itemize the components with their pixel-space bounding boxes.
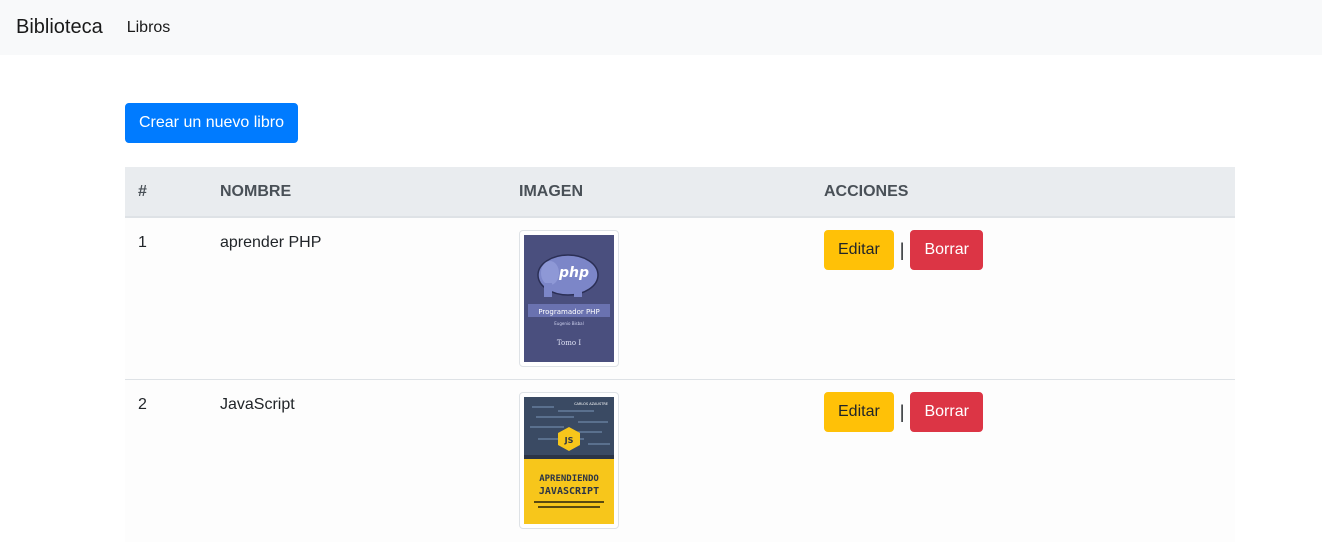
edit-button[interactable]: Editar bbox=[824, 230, 894, 270]
cell-name: aprender PHP bbox=[207, 217, 506, 380]
cover-author: CARLOS AZAUSTRE bbox=[574, 402, 608, 406]
cell-actions: Editar | Borrar bbox=[811, 379, 1235, 542]
table-row: 1 aprender PHP php Programador PHP Eugen… bbox=[125, 217, 1235, 380]
nav-link-libros[interactable]: Libros bbox=[127, 19, 171, 37]
row-id: 2 bbox=[138, 396, 147, 413]
separator: | bbox=[899, 401, 905, 422]
cover-php-logo: php bbox=[558, 265, 589, 281]
header-image: IMAGEN bbox=[506, 167, 811, 218]
row-actions: Editar | Borrar bbox=[824, 230, 1222, 270]
main-container: Crear un nuevo libro # NOMBRE IMAGEN ACC… bbox=[125, 55, 1235, 542]
navbar-brand[interactable]: Biblioteca bbox=[16, 16, 103, 39]
cover-js-badge: JS bbox=[564, 436, 574, 445]
cell-image: php Programador PHP Eugenio Bisbal Tomo … bbox=[506, 217, 811, 380]
edit-button[interactable]: Editar bbox=[824, 392, 894, 432]
separator: | bbox=[899, 239, 905, 260]
navbar: Biblioteca Libros bbox=[0, 0, 1322, 55]
header-actions: ACCIONES bbox=[811, 167, 1235, 218]
php-book-cover: php Programador PHP Eugenio Bisbal Tomo … bbox=[524, 235, 614, 362]
delete-button[interactable]: Borrar bbox=[910, 392, 983, 432]
books-table: # NOMBRE IMAGEN ACCIONES 1 aprender PHP bbox=[125, 167, 1235, 542]
cell-image: CARLOS AZAUSTRE JS APRENDIENDO JAVASCRIP… bbox=[506, 379, 811, 542]
javascript-book-cover: CARLOS AZAUSTRE JS APRENDIENDO JAVASCRIP… bbox=[524, 397, 614, 524]
cover-title-line2: JAVASCRIPT bbox=[539, 486, 599, 497]
row-actions: Editar | Borrar bbox=[824, 392, 1222, 432]
cell-id: 2 bbox=[125, 379, 207, 542]
delete-button[interactable]: Borrar bbox=[910, 230, 983, 270]
cover-title-line1: APRENDIENDO bbox=[539, 474, 599, 484]
header-name: NOMBRE bbox=[207, 167, 506, 218]
header-number: # bbox=[125, 167, 207, 218]
cell-name: JavaScript bbox=[207, 379, 506, 542]
cell-actions: Editar | Borrar bbox=[811, 217, 1235, 380]
row-name: JavaScript bbox=[220, 396, 295, 413]
create-book-button[interactable]: Crear un nuevo libro bbox=[125, 103, 298, 143]
cover-title: Programador PHP bbox=[538, 308, 599, 316]
cover-volume: Tomo I bbox=[557, 339, 581, 347]
book-cover-thumbnail: php Programador PHP Eugenio Bisbal Tomo … bbox=[519, 230, 619, 367]
table-header-row: # NOMBRE IMAGEN ACCIONES bbox=[125, 167, 1235, 218]
row-name: aprender PHP bbox=[220, 234, 322, 251]
book-cover-thumbnail: CARLOS AZAUSTRE JS APRENDIENDO JAVASCRIP… bbox=[519, 392, 619, 529]
table-row: 2 JavaScript CARLOS AZAUSTRE JS APRENDIE… bbox=[125, 379, 1235, 542]
cover-author: Eugenio Bisbal bbox=[554, 321, 583, 326]
cell-id: 1 bbox=[125, 217, 207, 380]
row-id: 1 bbox=[138, 234, 147, 251]
